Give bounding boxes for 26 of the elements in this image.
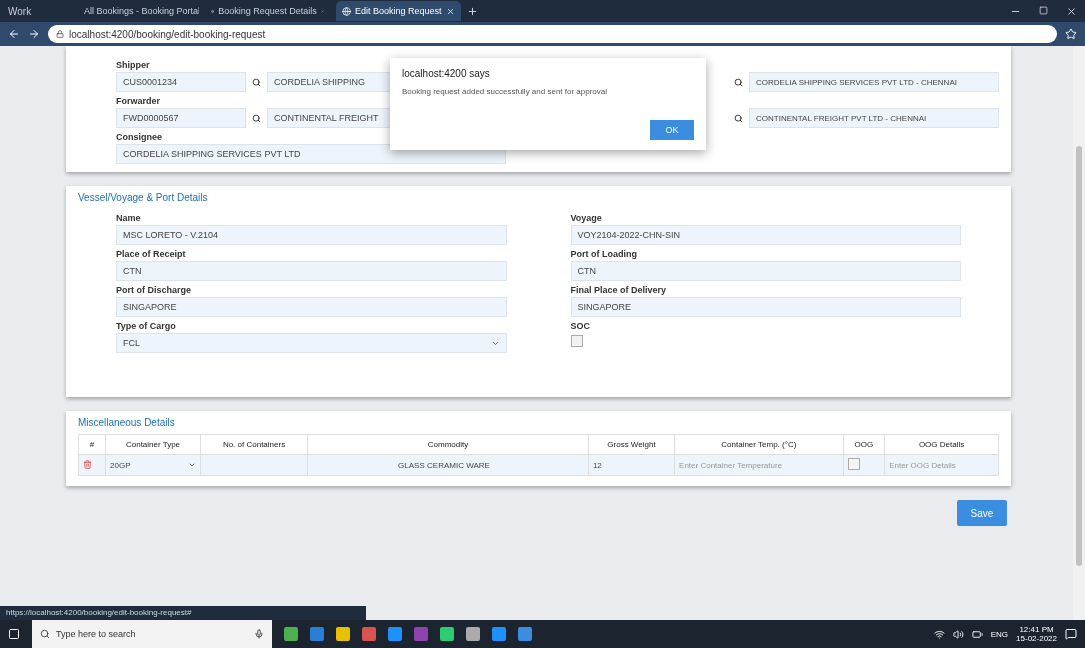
dialog-title: localhost:4200 says <box>402 68 491 79</box>
column-header: Container Temp. (°C) <box>674 434 844 455</box>
column-header: # <box>78 434 106 455</box>
field-label: Name <box>116 213 142 223</box>
column-header: Gross Weight <box>588 434 675 455</box>
column-header: Commodity <box>307 434 589 455</box>
field-label: SOC <box>570 321 591 331</box>
column-header: OOG <box>843 434 885 455</box>
field-label: Place of Receipt <box>116 249 187 259</box>
field-label: Voyage <box>570 213 603 223</box>
field-label: Port of Loading <box>570 249 638 259</box>
status-url: https://localhost:4200/booking/edit-booking-request# <box>0 606 366 620</box>
column-header: OOG Details <box>884 434 999 455</box>
field-label: Type of Cargo <box>116 321 177 331</box>
field-label: Final Place of Delivery <box>570 285 668 295</box>
dialog-message: Booking request added successfully and sent for approval <box>402 87 608 96</box>
clock-time: 12:41 PM <box>1019 625 1054 634</box>
section-title: Vessel/Voyage & Port Details <box>78 192 209 203</box>
field-label: Forwarder <box>116 96 161 106</box>
field-label: Consignee <box>116 132 163 142</box>
clock-date: 15-02-2022 <box>1016 634 1057 643</box>
column-header: Container Type <box>105 434 201 455</box>
field-label: Shipper <box>116 60 151 70</box>
field-label: Port of Discharge <box>116 285 192 295</box>
section-title: Miscellaneous Details <box>78 417 176 428</box>
column-header: No. of Containers <box>200 434 308 455</box>
